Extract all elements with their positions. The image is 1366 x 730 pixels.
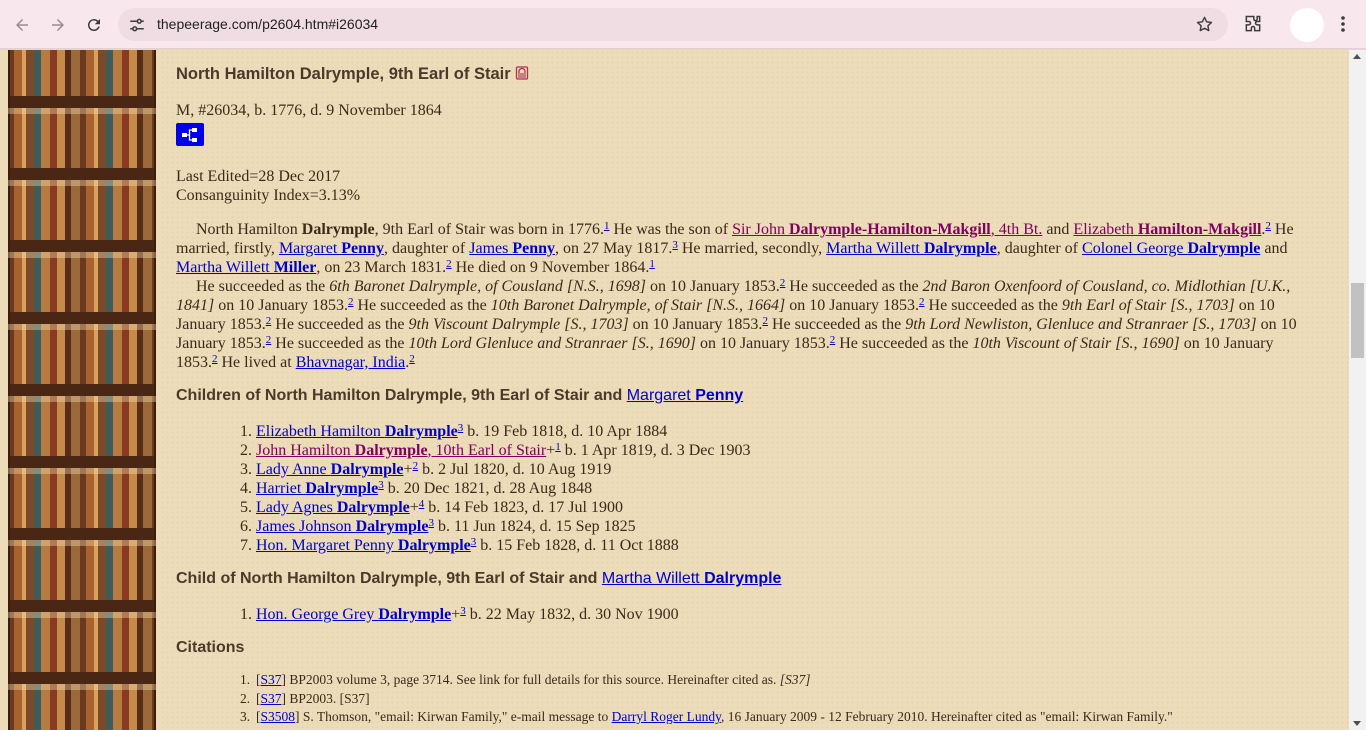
children-list-1: 1. Elizabeth Hamilton Dalrymple3 b. 19 Fe… xyxy=(240,422,751,555)
lock-icon[interactable] xyxy=(515,66,529,80)
family-tree-button[interactable] xyxy=(176,123,204,146)
children-heading-1: Children of North Hamilton Dalrymple, 9t… xyxy=(176,387,744,404)
second-wife-mother-link[interactable]: Martha Willett Miller xyxy=(176,259,316,276)
second-wife-father-link[interactable]: Colonel George Dalrymple xyxy=(1082,240,1260,257)
reload-button[interactable] xyxy=(81,12,107,38)
child-item: 1. Elizabeth Hamilton Dalrymple3 b. 19 Fe… xyxy=(240,422,668,441)
child-item: 3. Lady Anne Dalrymple+2 b. 2 Jul 1820, d… xyxy=(240,460,612,479)
browser-toolbar: thepeerage.com/p2604.htm#i26034 xyxy=(0,0,1366,49)
has-children-marker: + xyxy=(546,442,556,459)
url-text[interactable]: thepeerage.com/p2604.htm#i26034 xyxy=(157,16,378,32)
child-item: 5. Lady Agnes Dalrymple+4 b. 14 Feb 1823,… xyxy=(240,498,623,517)
scroll-down-arrow-icon[interactable] xyxy=(1353,721,1361,726)
spouse-link-penny[interactable]: Margaret Penny xyxy=(627,387,743,404)
child-dates: b. 14 Feb 1823, d. 17 Jul 1900 xyxy=(424,499,623,516)
child-dates: b. 19 Feb 1818, d. 10 Apr 1884 xyxy=(463,423,668,440)
child-item: 7. Hon. Margaret Penny Dalrymple3 b. 15 F… xyxy=(240,536,679,555)
scroll-up-arrow-icon[interactable] xyxy=(1353,54,1361,59)
profile-avatar[interactable] xyxy=(1290,8,1324,42)
child-dates: b. 20 Dec 1821, d. 28 Aug 1848 xyxy=(383,480,593,497)
first-wife-father-link[interactable]: James Penny xyxy=(469,240,555,257)
person-summary: M, #26034, b. 1776, d. 9 November 1864 xyxy=(176,102,442,119)
child-dates: b. 22 May 1832, d. 30 Nov 1900 xyxy=(465,606,679,623)
bookshelf-sidebar xyxy=(0,50,162,730)
citations-heading: Citations xyxy=(176,639,245,656)
children-list-2: 1. Hon. George Grey Dalrymple+3 b. 22 May… xyxy=(240,605,679,624)
source-link[interactable]: S37 xyxy=(261,672,282,687)
child-item: 1. Hon. George Grey Dalrymple+3 b. 22 May… xyxy=(240,605,679,624)
child-dates: b. 15 Feb 1828, d. 11 Oct 1888 xyxy=(476,537,679,554)
arrow-left-icon xyxy=(16,19,28,31)
record-meta: Last Edited=28 Dec 2017 Consanguinity In… xyxy=(176,167,360,205)
citation-link[interactable]: 1 xyxy=(649,258,655,270)
second-wife-link[interactable]: Martha Willett Dalrymple xyxy=(826,240,997,257)
has-children-marker: + xyxy=(451,606,461,623)
has-children-marker: + xyxy=(409,499,419,516)
child-dates: b. 1 Apr 1819, d. 3 Dec 1903 xyxy=(560,442,751,459)
children-heading-2: Child of North Hamilton Dalrymple, 9th E… xyxy=(176,570,782,587)
child-link[interactable]: Elizabeth Hamilton Dalrymple xyxy=(256,423,458,440)
extensions-puzzle-icon[interactable] xyxy=(1243,14,1263,34)
scroll-thumb[interactable] xyxy=(1351,283,1364,358)
citation-item: 2. [S37] BP2003. [S37] xyxy=(240,690,370,706)
bio-paragraph-2: He succeeded as the 6th Baronet Dalrympl… xyxy=(176,277,1297,372)
page-scrollbar[interactable] xyxy=(1349,50,1366,730)
spouse-link-martha[interactable]: Martha Willett Dalrymple xyxy=(602,570,782,587)
child-link[interactable]: John Hamilton Dalrymple, 10th Earl of St… xyxy=(256,442,546,459)
last-edited: Last Edited=28 Dec 2017 xyxy=(176,168,341,185)
forward-button[interactable] xyxy=(45,12,71,38)
child-item: 2. John Hamilton Dalrymple, 10th Earl of … xyxy=(240,441,751,460)
citation-item: 1. [S37] BP2003 volume 3, page 3714. See … xyxy=(240,672,811,687)
back-button[interactable] xyxy=(9,12,35,38)
child-link[interactable]: Hon. Margaret Penny Dalrymple xyxy=(256,537,471,554)
page-title: North Hamilton Dalrymple, 9th Earl of St… xyxy=(176,65,529,84)
father-link[interactable]: Sir John Dalrymple-Hamilton-Makgill, 4th… xyxy=(732,221,1042,238)
citations-list: 1. [S37] BP2003 volume 3, page 3714. See … xyxy=(240,671,1173,727)
child-item: 6. James Johnson Dalrymple3 b. 11 Jun 182… xyxy=(240,517,636,536)
citation-link[interactable]: 2 xyxy=(409,353,415,365)
bookmark-star-icon[interactable] xyxy=(1195,15,1214,34)
consanguinity-index: Consanguinity Index=3.13% xyxy=(176,187,361,204)
citation-item: 3. [S3508] S. Thomson, "email: Kirwan Fam… xyxy=(240,709,1173,724)
web-page: North Hamilton Dalrymple, 9th Earl of St… xyxy=(0,50,1349,730)
bookshelf-image xyxy=(8,50,156,730)
arrow-right-icon xyxy=(52,19,64,31)
child-link[interactable]: Lady Agnes Dalrymple xyxy=(256,499,410,516)
child-link[interactable]: Harriet Dalrymple xyxy=(256,480,378,497)
source-link[interactable]: S37 xyxy=(261,691,282,706)
first-wife-link[interactable]: Margaret Penny xyxy=(279,240,384,257)
recipient-link[interactable]: Darryl Roger Lundy xyxy=(612,709,721,724)
child-link[interactable]: James Johnson Dalrymple xyxy=(256,518,428,535)
child-link[interactable]: Lady Anne Dalrymple xyxy=(256,461,404,478)
mother-link[interactable]: Elizabeth Hamilton-Makgill xyxy=(1073,221,1261,238)
biography: North Hamilton Dalrymple, 9th Earl of St… xyxy=(176,220,1306,372)
reload-icon xyxy=(87,19,100,32)
child-link[interactable]: Hon. George Grey Dalrymple xyxy=(256,606,451,623)
child-dates: b. 2 Jul 1820, d. 10 Aug 1919 xyxy=(418,461,612,478)
kebab-menu-icon[interactable] xyxy=(1336,14,1350,34)
child-dates: b. 11 Jun 1824, d. 15 Sep 1825 xyxy=(433,518,636,535)
family-tree-icon xyxy=(182,127,197,142)
residence-link[interactable]: Bhavnagar, India xyxy=(296,354,406,371)
site-info-icon[interactable] xyxy=(128,16,146,34)
child-item: 4. Harriet Dalrymple3 b. 20 Dec 1821, d. … xyxy=(240,479,593,498)
source-link[interactable]: S3508 xyxy=(261,709,296,724)
has-children-marker: + xyxy=(403,461,413,478)
bio-paragraph-1: North Hamilton Dalrymple, 9th Earl of St… xyxy=(176,220,1294,277)
address-bar[interactable]: thepeerage.com/p2604.htm#i26034 xyxy=(118,8,1228,41)
